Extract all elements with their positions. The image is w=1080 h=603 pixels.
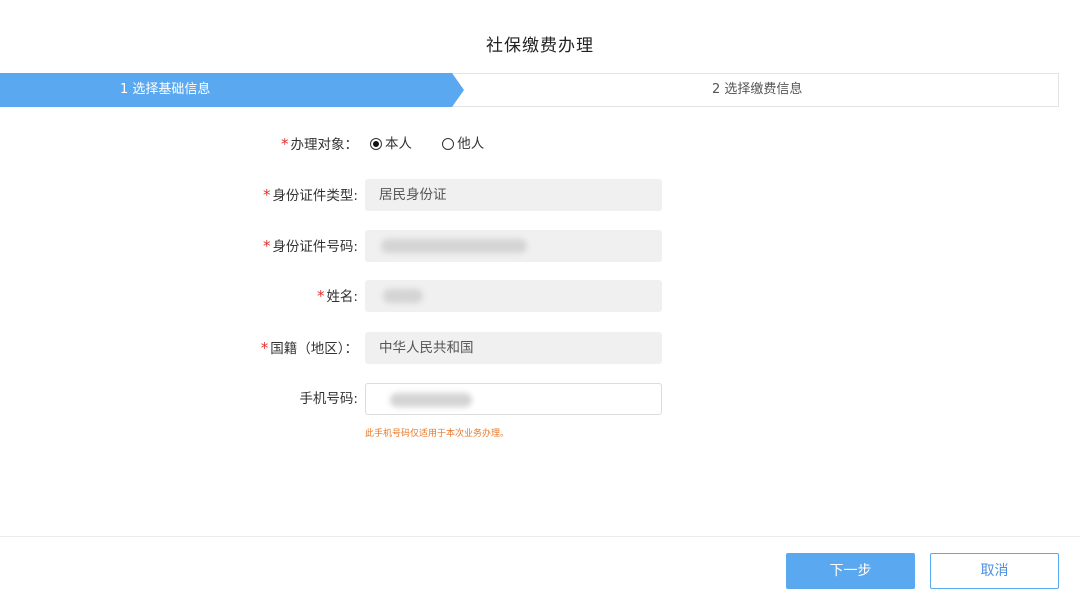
id-type-label-text: 身份证件类型: [272, 188, 358, 204]
nationality-label-text: 国籍（地区）： [270, 341, 358, 357]
name-field [365, 280, 662, 312]
id-type-row: * 身份证件类型: 居民身份证 [0, 179, 1080, 211]
nationality-field: 中华人民共和国 [365, 332, 662, 364]
subject-option-self[interactable]: 本人 [370, 128, 412, 160]
subject-option-other[interactable]: 他人 [442, 128, 484, 160]
name-label: * 姓名: [317, 280, 358, 313]
required-asterisk: * [262, 237, 271, 255]
subject-option-self-label: 本人 [385, 136, 412, 152]
phone-row: 手机号码: [0, 383, 1080, 415]
footer-divider [0, 536, 1080, 537]
step-2-label: 2 选择缴费信息 [712, 82, 803, 97]
id-number-row: * 身份证件号码: [0, 230, 1080, 262]
name-row: * 姓名: [0, 280, 1080, 312]
required-asterisk: * [262, 186, 271, 204]
redacted-value [383, 289, 423, 303]
required-asterisk: * [316, 287, 325, 305]
subject-row: * 办理对象： 本人 他人 [0, 128, 1080, 160]
name-label-text: 姓名: [326, 289, 358, 305]
redacted-value [390, 393, 472, 407]
id-type-label: * 身份证件类型: [263, 179, 358, 212]
id-number-field [365, 230, 662, 262]
nationality-row: * 国籍（地区）： 中华人民共和国 [0, 332, 1080, 364]
subject-radio-group: 本人 他人 [370, 128, 510, 160]
phone-input[interactable] [365, 383, 662, 415]
subject-option-other-label: 他人 [457, 136, 485, 152]
redacted-value [381, 239, 527, 253]
required-asterisk: * [281, 135, 289, 153]
subject-label-text: 办理对象： [290, 137, 359, 153]
nationality-label: * 国籍（地区）： [261, 332, 358, 365]
radio-unselected-icon[interactable] [442, 138, 455, 150]
step-indicator: 1 选择基础信息 2 选择缴费信息 [0, 73, 1059, 107]
required-asterisk: * [260, 339, 269, 357]
step-1-tab [0, 73, 464, 107]
radio-selected-icon[interactable] [370, 138, 382, 150]
step-1-label: 1 选择基础信息 [120, 82, 211, 97]
next-step-button[interactable]: 下一步 [786, 553, 915, 589]
phone-hint: 此手机号码仅适用于本次业务办理。 [365, 429, 510, 439]
id-number-label: * 身份证件号码: [263, 230, 358, 263]
id-type-field: 居民身份证 [365, 179, 662, 211]
id-number-label-text: 身份证件号码: [272, 239, 358, 255]
page-title: 社保缴费办理 [486, 36, 594, 56]
subject-label: * 办理对象： [281, 128, 358, 161]
cancel-button[interactable]: 取消 [930, 553, 1059, 589]
phone-label: 手机号码: [299, 391, 358, 407]
